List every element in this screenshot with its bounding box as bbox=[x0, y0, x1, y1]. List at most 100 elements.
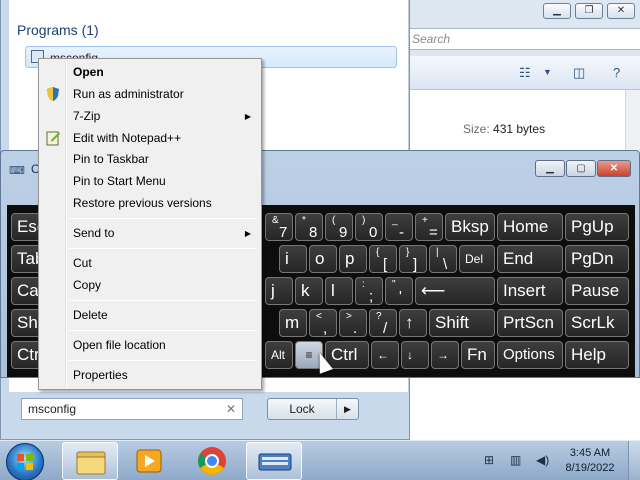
key-enter[interactable]: ⟵ bbox=[415, 277, 495, 305]
lock-options-arrow[interactable]: ▶ bbox=[336, 399, 358, 419]
maximize-button[interactable]: ❐ bbox=[575, 3, 603, 19]
key-comma[interactable]: <, bbox=[309, 309, 337, 337]
key-pgup[interactable]: PgUp bbox=[565, 213, 629, 241]
key-delete[interactable]: Del bbox=[459, 245, 495, 273]
explorer-scrollbar[interactable] bbox=[625, 90, 640, 150]
key-options[interactable]: Options bbox=[497, 341, 563, 369]
menu-item-properties[interactable]: Properties bbox=[73, 368, 128, 382]
key-up-arrow[interactable]: ↑ bbox=[399, 309, 427, 337]
clock-time: 3:45 AM bbox=[569, 447, 611, 459]
menu-item-cut[interactable]: Cut bbox=[73, 256, 92, 270]
osk-minimize-button[interactable]: ▁ bbox=[535, 160, 565, 177]
taskbar-media-player-button[interactable] bbox=[122, 442, 178, 480]
menu-item-pin-start-menu[interactable]: Pin to Start Menu bbox=[73, 174, 166, 188]
key-semicolon[interactable]: :; bbox=[355, 277, 383, 305]
menu-item-edit-notepadpp[interactable]: Edit with Notepad++ bbox=[73, 131, 181, 145]
chevron-down-icon[interactable]: ▼ bbox=[543, 67, 552, 77]
key-home[interactable]: Home bbox=[497, 213, 563, 241]
explorer-search-input[interactable]: Search bbox=[405, 28, 640, 50]
taskbar-explorer-button[interactable] bbox=[62, 442, 118, 480]
show-desktop-button[interactable] bbox=[628, 441, 640, 480]
lock-button[interactable]: Lock ▶ bbox=[267, 398, 359, 420]
help-icon[interactable]: ? bbox=[613, 65, 620, 80]
file-size-value: 431 bytes bbox=[493, 122, 546, 136]
submenu-arrow-icon: ▶ bbox=[244, 112, 251, 121]
menu-item-open[interactable]: Open bbox=[73, 65, 104, 79]
key-k[interactable]: k bbox=[295, 277, 323, 305]
key-7[interactable]: & 7 bbox=[265, 213, 293, 241]
menu-item-7zip[interactable]: 7-Zip bbox=[73, 109, 100, 123]
system-clock[interactable]: 3:45 AM 8/19/2022 bbox=[560, 446, 620, 476]
key-o[interactable]: o bbox=[309, 245, 337, 273]
key-end[interactable]: End bbox=[497, 245, 563, 273]
volume-icon[interactable]: ◀) bbox=[536, 453, 549, 467]
key-m[interactable]: m bbox=[279, 309, 307, 337]
key-right-arrow[interactable]: → bbox=[431, 341, 459, 369]
menu-item-run-as-admin[interactable]: Run as administrator bbox=[73, 87, 184, 101]
key-down-arrow[interactable]: ↓ bbox=[401, 341, 429, 369]
key-close-bracket[interactable]: }] bbox=[399, 245, 427, 273]
osk-maximize-button[interactable]: ▢ bbox=[566, 160, 596, 177]
key-fn[interactable]: Fn bbox=[461, 341, 495, 369]
key-j[interactable]: j bbox=[265, 277, 293, 305]
view-options-icon[interactable]: ☷ bbox=[519, 65, 531, 81]
folder-icon bbox=[76, 451, 106, 475]
key-0[interactable]: ) 0 bbox=[355, 213, 383, 241]
notepad-plus-plus-icon bbox=[45, 130, 61, 146]
taskbar: ⊞ ▥ ◀) 3:45 AM 8/19/2022 bbox=[0, 440, 640, 480]
key-minus[interactable]: _ - bbox=[385, 213, 413, 241]
osk-close-button[interactable]: ✕ bbox=[597, 160, 631, 177]
key-insert[interactable]: Insert bbox=[497, 277, 563, 305]
shield-icon bbox=[45, 86, 61, 102]
taskbar-chrome-button[interactable] bbox=[184, 442, 240, 480]
key-scrlk[interactable]: ScrLk bbox=[565, 309, 629, 337]
menu-item-send-to[interactable]: Send to bbox=[73, 226, 114, 240]
key-slash[interactable]: ? / bbox=[369, 309, 397, 337]
key-pgdn[interactable]: PgDn bbox=[565, 245, 629, 273]
key-i[interactable]: i bbox=[279, 245, 307, 273]
start-search-value: msconfig bbox=[28, 402, 77, 416]
file-size: Size: 431 bytes bbox=[463, 122, 545, 136]
taskbar-osk-button[interactable] bbox=[246, 442, 302, 480]
key-p[interactable]: p bbox=[339, 245, 367, 273]
file-size-label: Size: bbox=[463, 122, 490, 136]
key-prtscn[interactable]: PrtScn bbox=[497, 309, 563, 337]
key-quote[interactable]: " ' bbox=[385, 277, 413, 305]
key-equals[interactable]: + = bbox=[415, 213, 443, 241]
preview-pane-icon[interactable]: ◫ bbox=[573, 65, 585, 81]
key-help[interactable]: Help bbox=[565, 341, 629, 369]
menu-separator bbox=[69, 330, 257, 331]
keyboard-icon bbox=[258, 453, 292, 471]
key-alt[interactable]: Alt bbox=[265, 341, 293, 369]
menu-separator bbox=[69, 248, 257, 249]
chrome-icon bbox=[198, 447, 226, 475]
menu-item-pin-taskbar[interactable]: Pin to Taskbar bbox=[73, 152, 149, 166]
key-8[interactable]: * 8 bbox=[295, 213, 323, 241]
start-button[interactable] bbox=[6, 443, 44, 480]
menu-separator bbox=[69, 360, 257, 361]
key-right-shift[interactable]: Shift bbox=[429, 309, 495, 337]
menu-item-restore-versions[interactable]: Restore previous versions bbox=[73, 196, 212, 210]
menu-separator bbox=[69, 300, 257, 301]
keyboard-icon: ⌨ bbox=[9, 165, 25, 177]
key-backslash[interactable]: | \ bbox=[429, 245, 457, 273]
key-9[interactable]: (9 bbox=[325, 213, 353, 241]
explorer-toolbar: ☷ ▼ ◫ ? bbox=[403, 56, 640, 90]
results-group-title: Programs (1) bbox=[17, 22, 99, 38]
clear-search-icon[interactable]: ✕ bbox=[226, 399, 236, 419]
key-backspace[interactable]: Bksp bbox=[445, 213, 495, 241]
action-center-icon[interactable]: ⊞ bbox=[484, 453, 494, 467]
close-button[interactable]: ✕ bbox=[607, 3, 635, 19]
key-pause[interactable]: Pause bbox=[565, 277, 629, 305]
menu-separator bbox=[69, 218, 257, 219]
key-open-bracket[interactable]: {[ bbox=[369, 245, 397, 273]
network-icon[interactable]: ▥ bbox=[510, 453, 521, 467]
start-search-input[interactable]: msconfig ✕ bbox=[21, 398, 243, 420]
key-left-arrow[interactable]: ← bbox=[371, 341, 399, 369]
menu-item-copy[interactable]: Copy bbox=[73, 278, 101, 292]
minimize-button[interactable]: ▁ bbox=[543, 3, 571, 19]
key-period[interactable]: >. bbox=[339, 309, 367, 337]
menu-item-open-file-location[interactable]: Open file location bbox=[73, 338, 166, 352]
key-l[interactable]: l bbox=[325, 277, 353, 305]
menu-item-delete[interactable]: Delete bbox=[73, 308, 108, 322]
